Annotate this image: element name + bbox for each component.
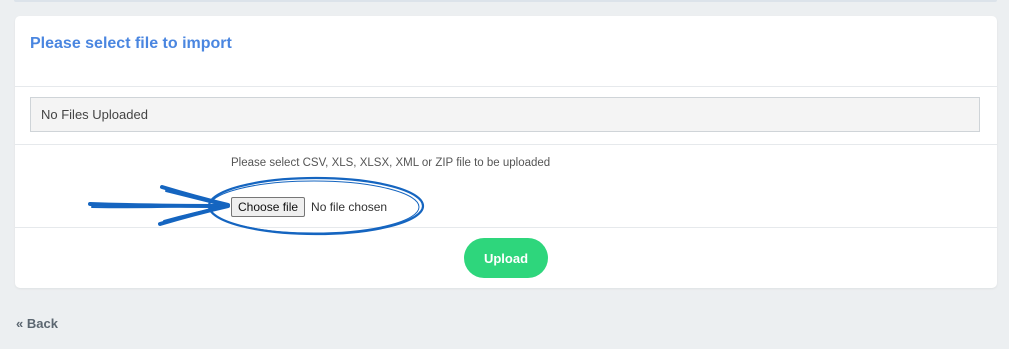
top-divider [14, 0, 997, 2]
uploaded-files-section: No Files Uploaded [15, 87, 997, 145]
uploaded-files-status: No Files Uploaded [30, 97, 980, 132]
card-header: Please select file to import [15, 16, 997, 87]
file-type-hint: Please select CSV, XLS, XLSX, XML or ZIP… [231, 157, 551, 169]
no-file-chosen-text: No file chosen [311, 200, 388, 214]
import-card: Please select file to import No Files Up… [15, 16, 997, 288]
page-title: Please select file to import [30, 35, 232, 52]
back-link[interactable]: « Back [16, 316, 58, 331]
upload-button[interactable]: Upload [464, 238, 548, 278]
file-select-section: Please select CSV, XLS, XLSX, XML or ZIP… [15, 145, 997, 228]
file-input[interactable]: Choose file No file chosen [231, 197, 387, 217]
choose-file-button[interactable]: Choose file [231, 197, 306, 217]
